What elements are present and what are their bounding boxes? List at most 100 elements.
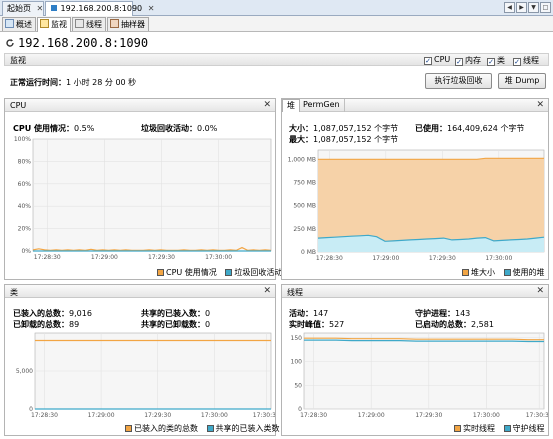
classes-legend: 已装入的类的总数 共享的已装入类数	[125, 423, 280, 434]
shared-unloaded-value: 0	[205, 320, 211, 329]
started-threads-value: 2,581	[471, 320, 494, 329]
document-tab-bar: 起始页 ✕ 192.168.200.8:1090 ✕ ◀ ▶ ▼ □	[0, 0, 553, 17]
scroll-left-icon[interactable]: ◀	[504, 2, 515, 13]
legend-label: 使用的堆	[512, 268, 545, 277]
y-tick-label: 0%	[21, 248, 31, 255]
tab-monitor[interactable]: 监视	[37, 17, 71, 32]
shared-unloaded-label: 共享的已卸载数：	[141, 320, 205, 329]
live-threads-label: 活动：	[289, 309, 313, 318]
tab-monitor-label: 监视	[51, 20, 67, 29]
tab-connection-label: 192.168.200.8:1090	[60, 4, 143, 13]
heap-size-stat: 大小：1,087,057,152 个字节	[289, 123, 398, 134]
shared-loaded-stat: 共享的已装入数：0	[141, 308, 210, 319]
y-tick-label: 80%	[18, 158, 32, 165]
x-tick-label: 17:29:00	[372, 255, 399, 262]
live-threads-value: 147	[313, 309, 329, 318]
classes-loaded-value: 9,016	[69, 309, 92, 318]
daemon-threads-stat: 守护进程：143	[415, 308, 470, 319]
x-tick-label: 17:28:30	[31, 412, 58, 419]
close-icon[interactable]: ✕	[148, 4, 155, 13]
close-icon[interactable]: ✕	[37, 4, 44, 13]
tab-connection[interactable]: 192.168.200.8:1090 ✕	[45, 1, 154, 17]
x-tick-label: 17:28:30	[34, 254, 61, 261]
legend-label: 垃圾回收活动	[234, 268, 283, 277]
classes-loaded-stat: 已装入的总数：9,016	[13, 308, 92, 319]
tab-threads[interactable]: 线程	[72, 17, 106, 31]
tab-permgen[interactable]: PermGen	[299, 99, 345, 112]
threads-panel: 线程 ✕ 活动：147 守护进程：143 实时峰值：527 已启动的总数：2,5…	[281, 284, 549, 436]
cpu-usage-value: 0.5%	[74, 124, 95, 133]
heap-max-label: 最大：	[289, 135, 313, 144]
close-icon[interactable]: ✕	[263, 286, 271, 296]
y-tick-label: 150	[291, 335, 303, 342]
tab-start-page[interactable]: 起始页 ✕	[2, 1, 44, 16]
check-icon: ✓	[424, 57, 432, 65]
uptime-value: 1 小时 28 分 00 秒	[66, 78, 137, 87]
perform-gc-button[interactable]: 执行垃圾回收	[425, 73, 492, 89]
y-tick-label: 0 MB	[301, 249, 316, 256]
overview-icon	[5, 19, 14, 28]
cpu-panel-header: CPU ✕	[5, 99, 275, 112]
plot-area	[303, 332, 545, 410]
checkbox-threads-label: 线程	[523, 56, 539, 65]
heap-dump-button[interactable]: 堆 Dump	[498, 73, 546, 89]
checkbox-classes[interactable]: ✓ 类	[487, 55, 505, 66]
legend-swatch	[503, 425, 511, 432]
heap-max-value: 1,087,057,152 个字节	[313, 135, 399, 144]
peak-threads-value: 527	[329, 320, 345, 329]
heap-panel-header: 堆 PermGen ✕	[282, 99, 548, 112]
cpu-chart: 0% 20% 40% 60% 80% 100% 17:28:30 17:29:00 17:29:…	[14, 136, 272, 261]
y-tick-label: 5,000	[16, 368, 33, 375]
refresh-icon[interactable]	[5, 38, 15, 48]
y-tick-label: 100%	[14, 136, 31, 143]
close-icon[interactable]: ✕	[263, 100, 271, 110]
x-tick-label: 17:30:00	[473, 412, 500, 419]
classes-chart: 05,00017:28:30 17:29:00 17:29:30 17:30:00 17…	[16, 332, 275, 419]
threads-panel-title: 线程	[287, 288, 303, 297]
y-tick-label: 100	[291, 359, 303, 366]
tab-overview-label: 概述	[16, 20, 32, 29]
heap-size-value: 1,087,057,152 个字节	[313, 124, 399, 133]
y-tick-label: 40%	[18, 203, 32, 210]
tab-sampler[interactable]: 抽样器	[107, 17, 149, 31]
close-icon[interactable]: ✕	[536, 100, 544, 110]
tab-sampler-label: 抽样器	[121, 20, 145, 29]
scroll-right-icon[interactable]: ▶	[516, 2, 527, 13]
checkbox-cpu[interactable]: ✓ CPU	[424, 55, 450, 65]
legend-swatch	[503, 269, 511, 276]
y-tick-label: 20%	[18, 226, 32, 233]
heap-legend: 堆大小 使用的堆	[462, 267, 545, 278]
classes-panel-header: 类 ✕	[5, 285, 275, 298]
tab-heap[interactable]: 堆	[282, 99, 300, 112]
classes-panel: 类 ✕ 已装入的总数：9,016 共享的已装入数：0 已卸载的总数：89 共享的…	[4, 284, 280, 436]
checkbox-threads[interactable]: ✓ 线程	[513, 55, 539, 66]
threads-icon	[75, 19, 84, 28]
plot-area	[32, 138, 272, 252]
legend-label: 已装入的类的总数	[134, 424, 198, 433]
gc-activity-label: 垃圾回收活动：	[141, 124, 197, 133]
legend-swatch	[206, 425, 214, 432]
uptime: 正常运行时间：1 小时 28 分 00 秒	[10, 77, 136, 88]
legend-label: 堆大小	[471, 268, 495, 277]
classes-panel-title: 类	[10, 288, 18, 297]
x-tick-label: 17:28:30	[300, 412, 327, 419]
uptime-label: 正常运行时间：	[10, 78, 66, 87]
x-tick-label: 17:29:30	[429, 255, 456, 262]
close-icon[interactable]: ✕	[536, 286, 544, 296]
heap-used-label: 已使用：	[415, 124, 447, 133]
x-tick-label: 17:29:00	[91, 254, 118, 261]
heap-used-stat: 已使用：164,409,624 个字节	[415, 123, 524, 134]
tab-overview[interactable]: 概述	[2, 17, 36, 31]
check-icon: ✓	[513, 58, 521, 66]
started-threads-label: 已启动的总数：	[415, 320, 471, 329]
x-tick-label: 17:30:00	[485, 255, 512, 262]
cpu-panel: CPU ✕ CPU 使用情况：0.5% 垃圾回收活动：0.0% 0% 20% 40%…	[4, 98, 282, 280]
heap-chart: 0 MB 250 MB 500 MB 750 MB 1,000 MB 17:28:30 17…	[288, 149, 545, 262]
checkbox-memory[interactable]: ✓ 内存	[455, 55, 481, 66]
restore-icon[interactable]: □	[540, 2, 551, 13]
check-icon: ✓	[487, 58, 495, 66]
jvm-icon	[51, 5, 57, 11]
legend-swatch	[157, 269, 164, 276]
chevron-down-icon[interactable]: ▼	[528, 2, 539, 13]
x-tick-label: 17:30:00	[205, 254, 232, 261]
